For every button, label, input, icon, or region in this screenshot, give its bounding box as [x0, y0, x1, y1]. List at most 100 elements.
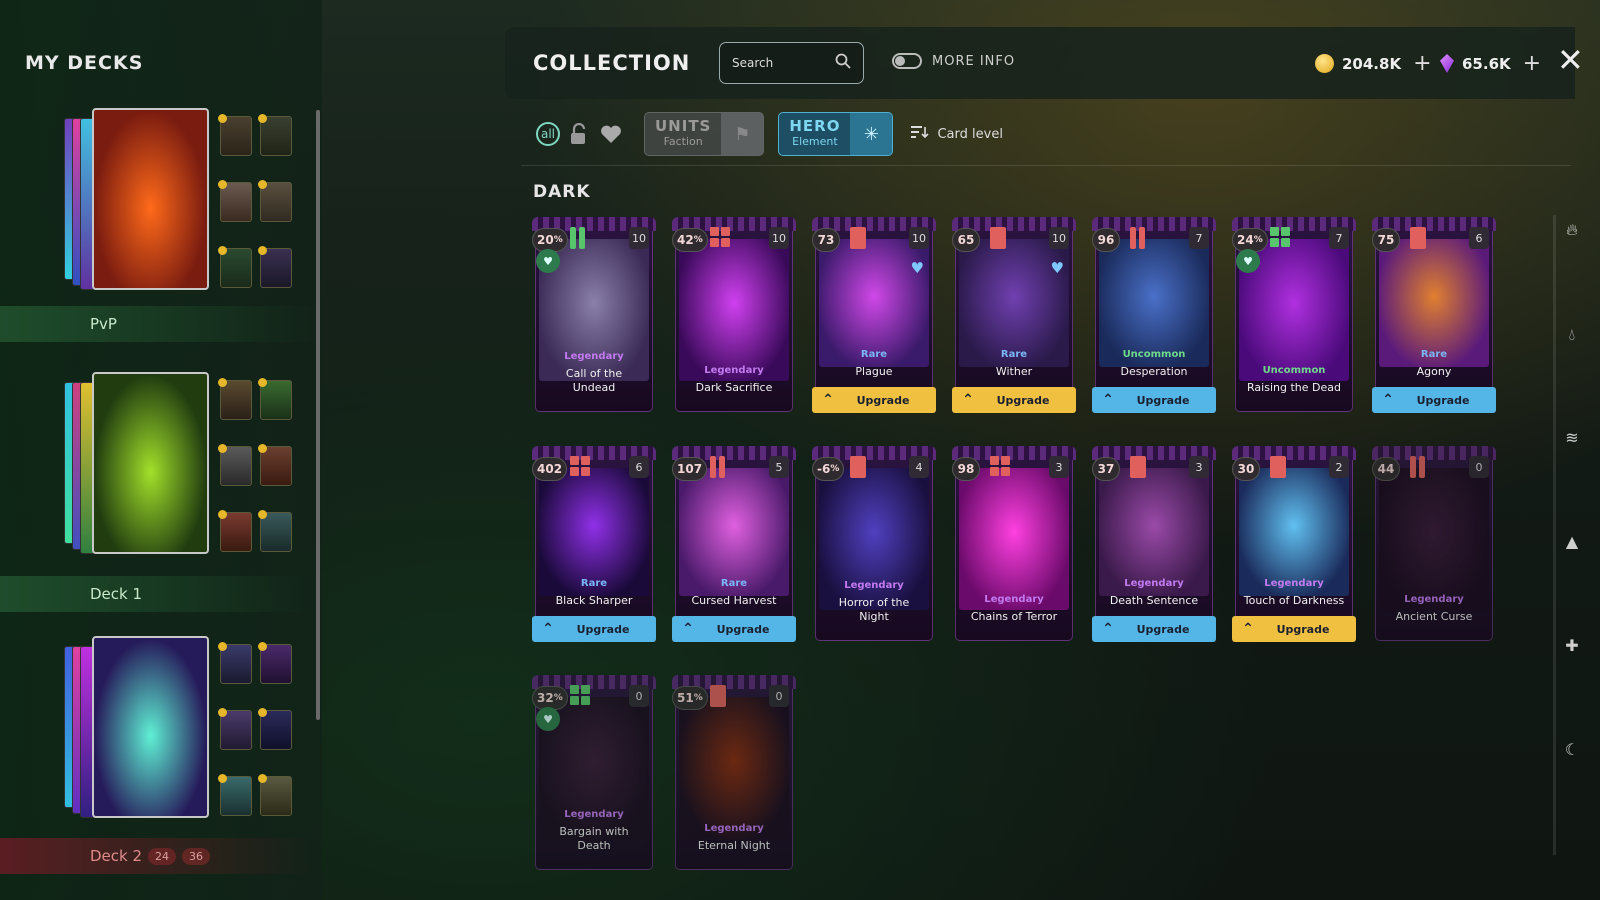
spell-card[interactable]: 37 3 Legendary Death Sentence ⌃ Upgrade: [1092, 446, 1216, 642]
spell-card[interactable]: 24% 7 ♥ Uncommon Raising the Dead: [1232, 217, 1356, 412]
card-level: 2: [1329, 456, 1349, 478]
card-name: Cursed Harvest: [691, 594, 777, 607]
toggle-switch[interactable]: [892, 53, 922, 69]
favorite-heart-icon[interactable]: ♥: [1236, 249, 1260, 273]
cost-value: 107: [677, 462, 703, 476]
upgrade-button[interactable]: ⌃ Upgrade: [952, 387, 1076, 413]
spell-card[interactable]: 30 2 Legendary Touch of Darkness ⌃ Upgrade: [1232, 446, 1356, 642]
deck-name: Deck 2: [90, 847, 143, 865]
spell-card[interactable]: 96 7 Uncommon Desperation ⌃ Upgrade: [1092, 217, 1216, 413]
spell-card[interactable]: 51% 0 Legendary Eternal Night: [672, 675, 796, 870]
spell-card[interactable]: 42% 10 Legendary Dark Sacrifice: [672, 217, 796, 412]
fire-icon[interactable]: 🔥︎: [1557, 220, 1587, 240]
hero-element-filter[interactable]: HERO Element ✳: [778, 112, 894, 156]
deck-label-1[interactable]: Deck 1: [0, 576, 316, 612]
deck-count-badge: 36: [182, 847, 211, 865]
chevron-up-icon: ⌃: [822, 392, 834, 408]
upgrade-button[interactable]: ⌃ Upgrade: [1092, 616, 1216, 642]
upgrade-button[interactable]: ⌃ Upgrade: [812, 387, 936, 413]
all-filter-icon[interactable]: all: [536, 122, 560, 146]
units-faction-filter[interactable]: UNITS Faction ⚑: [644, 112, 765, 156]
spell-card[interactable]: 402 6 Rare Black Sharper ⌃ Upgrade: [532, 446, 656, 642]
upgrade-label: Upgrade: [996, 393, 1050, 407]
deck-unit-thumbs: [218, 378, 292, 552]
hero-label: HERO: [789, 117, 841, 135]
card-rarity: Legendary: [1404, 594, 1464, 605]
tier-indicator: [1130, 227, 1145, 249]
heart-filter-icon[interactable]: [598, 121, 624, 147]
card-cost: 42%: [672, 228, 708, 252]
search-input[interactable]: [732, 56, 822, 70]
search-icon[interactable]: [835, 53, 851, 73]
tier-indicator: [710, 685, 726, 707]
upgrade-button[interactable]: ⌃ Upgrade: [1232, 616, 1356, 642]
favorite-heart-icon[interactable]: ♥: [536, 707, 560, 731]
unit-thumb: [258, 378, 292, 420]
sort-icon: [911, 125, 930, 143]
favorite-heart-icon[interactable]: ♥: [536, 249, 560, 273]
spell-card[interactable]: 107 5 Rare Cursed Harvest ⌃ Upgrade: [672, 446, 796, 642]
tier-indicator: [1130, 456, 1146, 478]
upgrade-button[interactable]: ⌃ Upgrade: [1372, 387, 1496, 413]
card-cost: 96: [1092, 228, 1120, 252]
light-icon[interactable]: ✚: [1557, 636, 1587, 655]
add-gold-button[interactable]: +: [1413, 51, 1431, 76]
add-gems-button[interactable]: +: [1523, 51, 1541, 76]
dark-icon[interactable]: ☾: [1557, 740, 1587, 759]
card-rarity: Rare: [1420, 349, 1448, 360]
sort-card-level[interactable]: Card level: [911, 125, 1003, 143]
collection-scrollbar[interactable]: [1553, 215, 1556, 855]
wind-icon[interactable]: ≋: [1557, 428, 1587, 447]
upgrade-label: Upgrade: [1136, 622, 1190, 636]
card-art: [1239, 468, 1349, 596]
card-name: Death Sentence: [1109, 594, 1199, 607]
deck-label-2[interactable]: Deck 2 24 36: [0, 838, 316, 874]
unit-thumb: [218, 180, 252, 222]
spell-card[interactable]: 98 3 Legendary Chains of Terror: [952, 446, 1076, 641]
upgrade-button[interactable]: ⌃ Upgrade: [532, 616, 656, 642]
spell-card[interactable]: -6% 4 Legendary Horror of the Night: [812, 446, 936, 641]
spell-card[interactable]: 73 10 ♥ Rare Plague ⌃ Upgrade: [812, 217, 936, 413]
element-rail: 🔥︎ 💧︎ ≋ ▲ ✚ ☾: [1557, 0, 1587, 900]
card-rarity: Legendary: [1264, 578, 1324, 589]
upgrade-button[interactable]: ⌃ Upgrade: [1092, 387, 1216, 413]
tier-indicator: [1270, 456, 1286, 478]
unit-thumb: [218, 378, 252, 420]
card-rarity: Rare: [1000, 349, 1028, 360]
card-level: 10: [629, 227, 649, 249]
cost-percent: %: [693, 693, 703, 703]
card-rarity: Rare: [720, 578, 748, 589]
deck-unit-thumbs: [218, 114, 292, 288]
decks-scrollbar[interactable]: [316, 110, 320, 720]
spell-card[interactable]: 32% 0 ♥ Legendary Bargain with Death: [532, 675, 656, 870]
card-cost: 30: [1232, 457, 1260, 481]
spell-card[interactable]: 44 0 Legendary Ancient Curse: [1372, 446, 1496, 641]
gold-coin-icon: [1315, 54, 1334, 73]
card-level: 5: [769, 456, 789, 478]
water-icon[interactable]: 💧︎: [1557, 325, 1587, 345]
card-name: Ancient Curse: [1395, 610, 1473, 623]
earth-icon[interactable]: ▲: [1557, 532, 1587, 551]
deck-label-pvp[interactable]: PvP: [0, 306, 316, 342]
cost-value: 96: [1097, 233, 1115, 247]
unit-thumb: [258, 180, 292, 222]
deck-unit-thumbs: [218, 642, 292, 816]
cost-value: 51: [677, 691, 694, 705]
cost-percent: %: [553, 235, 563, 245]
cost-percent: %: [1253, 235, 1263, 245]
lock-icon[interactable]: [566, 121, 592, 147]
unit-thumb: [218, 510, 252, 552]
more-info-toggle[interactable]: MORE INFO: [892, 53, 1015, 69]
card-name: Call of the Undead: [565, 367, 623, 394]
spell-card[interactable]: 65 10 ♥ Rare Wither ⌃ Upgrade: [952, 217, 1076, 413]
cost-value: 73: [817, 233, 835, 247]
spell-card[interactable]: 75 6 Rare Agony ⌃ Upgrade: [1372, 217, 1496, 413]
upgrade-button[interactable]: ⌃ Upgrade: [672, 616, 796, 642]
upgrade-label: Upgrade: [1136, 393, 1190, 407]
card-name: Bargain with Death: [559, 825, 629, 852]
card-name: Eternal Night: [697, 839, 771, 852]
divider: [521, 165, 1571, 166]
element-label: Element: [792, 135, 838, 148]
spell-card[interactable]: 20% 10 ♥ Legendary Call of the Undead: [532, 217, 656, 412]
search-box[interactable]: [719, 42, 864, 84]
